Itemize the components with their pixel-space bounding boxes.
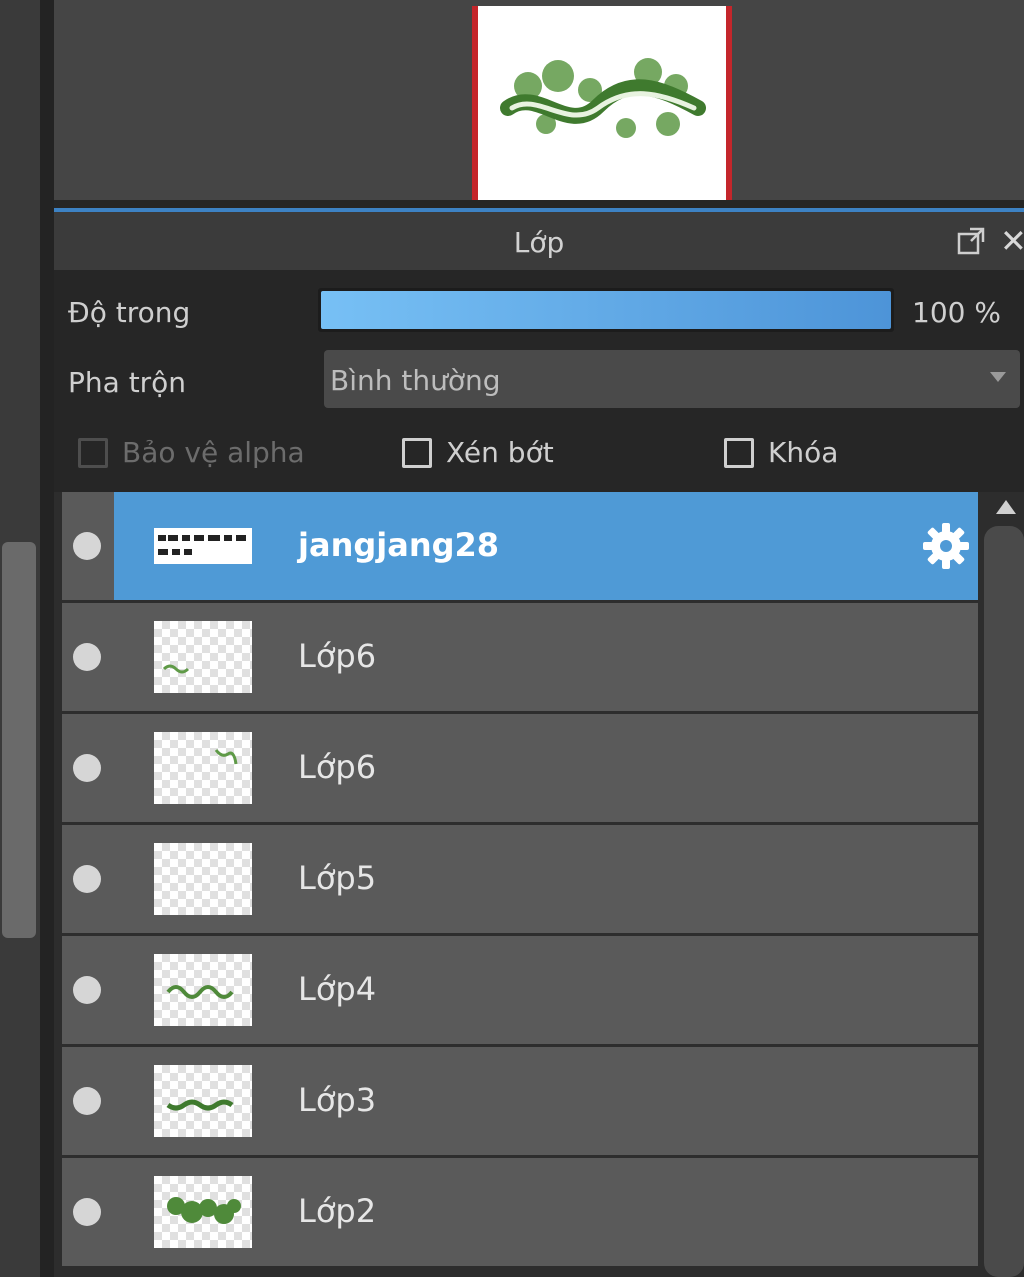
visibility-dot-icon [73, 532, 101, 560]
layer-thumbnail [154, 954, 252, 1026]
layers-panel-header[interactable]: Lớp ✕ [54, 212, 1024, 270]
visibility-dot-icon [73, 754, 101, 782]
layer-row[interactable]: jangjang28 [62, 492, 978, 600]
scroll-up-arrow-icon[interactable] [996, 500, 1016, 514]
layer-row[interactable]: Lớp5 [62, 825, 978, 933]
layer-name: jangjang28 [298, 526, 500, 564]
visibility-toggle[interactable] [62, 1158, 114, 1266]
visibility-toggle[interactable] [62, 936, 114, 1044]
visibility-toggle[interactable] [62, 603, 114, 711]
visibility-toggle[interactable] [62, 492, 114, 600]
layer-row[interactable]: Lớp3 [62, 1047, 978, 1155]
popout-icon[interactable] [956, 226, 986, 256]
opacity-label: Độ trong [68, 296, 191, 329]
lock-checkbox[interactable] [724, 438, 754, 468]
layer-properties: Độ trong 100 % Pha trộn Bình thường Bảo … [54, 270, 1024, 492]
layer-thumbnail [154, 1176, 252, 1248]
visibility-toggle[interactable] [62, 825, 114, 933]
layer-row[interactable]: Lớp6 [62, 714, 978, 822]
layer-name: Lớp2 [298, 1192, 377, 1230]
layer-name: Lớp4 [298, 970, 377, 1008]
layer-thumbnail-art [214, 749, 238, 765]
layer-thumbnail [154, 528, 252, 564]
layer-row[interactable]: Lớp4 [62, 936, 978, 1044]
layer-thumbnail-art [162, 664, 190, 674]
layer-row-body[interactable]: Lớp3 [114, 1047, 978, 1155]
blend-mode-label: Pha trộn [68, 366, 187, 399]
gear-icon[interactable] [920, 520, 972, 572]
layer-thumbnail-art [166, 1099, 234, 1111]
canvas-preview[interactable] [472, 6, 732, 200]
layer-name: Lớp6 [298, 748, 377, 786]
layer-list-scrollbar[interactable] [980, 492, 1024, 1277]
layer-thumbnail [154, 1065, 252, 1137]
left-scrollbar-thumb[interactable] [2, 542, 36, 938]
visibility-dot-icon [73, 1087, 101, 1115]
opacity-slider-fill [321, 291, 891, 329]
protect-alpha-checkbox[interactable] [78, 438, 108, 468]
close-icon[interactable]: ✕ [1000, 222, 1024, 260]
layer-thumbnail-art [167, 1197, 241, 1224]
navigator-bottom-border [54, 200, 1024, 208]
layer-row-body[interactable]: jangjang28 [114, 492, 978, 600]
clip-checkbox[interactable] [402, 438, 432, 468]
protect-alpha-label: Bảo vệ alpha [122, 436, 305, 469]
layer-row-body[interactable]: Lớp6 [114, 714, 978, 822]
layer-row[interactable]: Lớp2 [62, 1158, 978, 1266]
artwork-preview [500, 58, 706, 138]
layer-name: Lớp3 [298, 1081, 377, 1119]
visibility-toggle[interactable] [62, 714, 114, 822]
visibility-dot-icon [73, 643, 101, 671]
blend-mode-value: Bình thường [330, 364, 501, 397]
visibility-dot-icon [73, 1198, 101, 1226]
text-layer-thumbnail-art [156, 532, 250, 555]
clip-label: Xén bớt [446, 436, 554, 469]
visibility-dot-icon [73, 865, 101, 893]
layer-list: jangjang28 Lớp6 Lớp6 Lớp5 Lớp4 Lớp3 Lớp2 [54, 492, 980, 1277]
navigator-preview[interactable] [54, 0, 1024, 200]
panel-title: Lớp [513, 226, 565, 259]
layer-thumbnail [154, 843, 252, 915]
layer-row-body[interactable]: Lớp4 [114, 936, 978, 1044]
scrollbar-thumb[interactable] [984, 526, 1024, 1277]
blend-mode-select[interactable]: Bình thường [324, 350, 1020, 408]
chevron-down-icon [990, 372, 1006, 382]
app-root: Lớp ✕ Độ trong 100 % Pha trộn Bình thườn… [0, 0, 1024, 1277]
layer-thumbnail-art [166, 985, 234, 999]
layer-row[interactable]: Lớp6 [62, 603, 978, 711]
layer-thumbnail [154, 621, 252, 693]
left-panel-strip [0, 0, 40, 1277]
opacity-slider[interactable] [318, 288, 894, 332]
layer-thumbnail [154, 732, 252, 804]
layer-name: Lớp5 [298, 859, 377, 897]
layer-row-body[interactable]: Lớp2 [114, 1158, 978, 1266]
layer-row-body[interactable]: Lớp5 [114, 825, 978, 933]
layer-row-body[interactable]: Lớp6 [114, 603, 978, 711]
lock-label: Khóa [768, 436, 839, 469]
visibility-toggle[interactable] [62, 1047, 114, 1155]
panel-divider[interactable] [40, 0, 54, 1277]
visibility-dot-icon [73, 976, 101, 1004]
layer-name: Lớp6 [298, 637, 377, 675]
opacity-value: 100 % [912, 296, 1001, 329]
